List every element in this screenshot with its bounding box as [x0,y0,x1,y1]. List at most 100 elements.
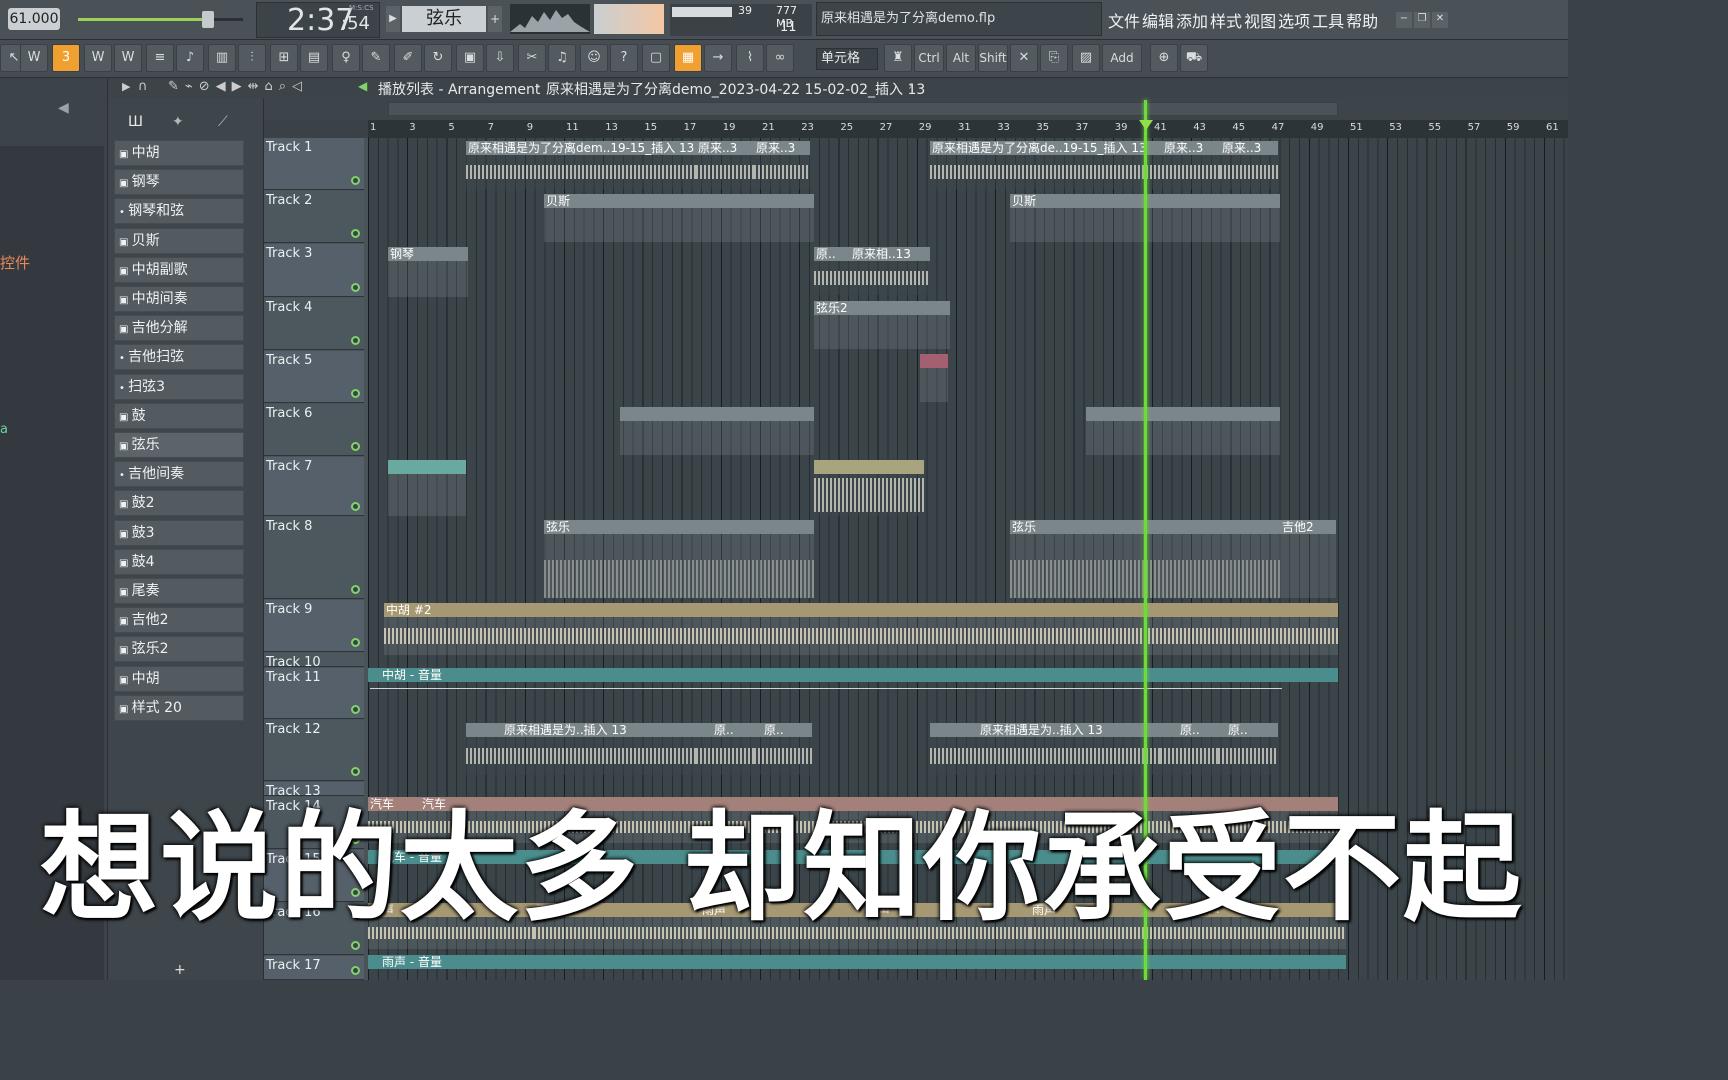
track-header[interactable]: Track 8 [264,517,364,599]
audio-clip-erhu[interactable]: 中胡 #2 [384,603,1338,655]
track-mute-led-icon[interactable] [351,442,360,451]
audio-clip[interactable]: 原来相遇是为了分离dem..19-15_插入 13 [466,141,696,189]
loop-icon[interactable]: W [20,44,48,72]
pattern-item[interactable]: ▣ 中胡副歌 [114,256,244,283]
pattern-item[interactable]: ▣ 弦乐2 [114,636,244,663]
track-header[interactable]: Track 11 [264,668,364,719]
pattern-item[interactable]: ▣ 钢琴 [114,169,244,196]
playhead-marker-icon[interactable] [1139,120,1153,130]
browser-icon[interactable]: ⊞ [270,44,298,72]
track-mute-led-icon[interactable] [351,585,360,594]
mic-stand-icon[interactable]: ✎ [362,44,390,72]
pattern-clip-drums[interactable] [620,407,814,455]
stamp-icon[interactable]: ♜ [884,44,912,72]
automation-clip-erhu-volume[interactable]: 中胡 - 音量 [368,668,1338,682]
track-mute-led-icon[interactable] [351,705,360,714]
pattern-item[interactable]: ▣ 鼓 [114,402,244,429]
audio-clip[interactable]: 原来..3 [1162,141,1220,189]
pattern-item[interactable]: • 吉他间奏 [114,461,244,488]
track-header[interactable]: Track 3 [264,244,364,297]
pattern-item[interactable]: ▣ 鼓2 [114,490,244,517]
menu-item[interactable]: 选项 [1278,12,1310,31]
track-mute-led-icon[interactable] [351,283,360,292]
scissors-icon[interactable]: ✂ [518,44,546,72]
track-mute-led-icon[interactable] [351,389,360,398]
pattern-item[interactable]: ▣ 中胡 [114,665,244,692]
automation-clip[interactable] [920,354,948,402]
pattern-item[interactable]: ▣ 吉他2 [114,607,244,634]
overview-scroll[interactable] [388,102,1338,116]
pattern-prev-button[interactable]: ▶ [386,6,400,32]
pattern-clip-bass[interactable]: 贝斯 [544,194,814,242]
tempo-display[interactable]: 61.000 [8,8,60,30]
pattern-item[interactable]: • 钢琴和弦 [114,198,244,225]
typing-keyboard-icon[interactable]: ▦ [674,44,702,72]
pattern-item[interactable]: ▣ 贝斯 [114,227,244,254]
close-button[interactable]: ✕ [1432,12,1448,28]
timeline-ruler[interactable]: 1 3 5 7 9 11 13 15 17 19 21 23 25 27 29 31 33 35 37 39 41 43 4… [368,120,1568,138]
pattern-item[interactable]: ▣ 样式 20 [114,694,244,721]
track-header[interactable]: Track 4 [264,298,364,350]
arrangement-name[interactable]: 原来相遇是为了分离demo_2023-04-22 15-02-02_插入 13 [546,79,925,99]
blend-notes-icon[interactable]: W [114,44,142,72]
pattern-item[interactable]: ▣ 吉他分解 [114,315,244,342]
tag-icon[interactable]: ✐ [394,44,422,72]
track-header[interactable]: Track 5 [264,351,364,403]
track-header[interactable]: Track 10 [264,653,364,670]
track-header[interactable]: Track 7 [264,457,364,516]
snap-selector[interactable]: 单元格 [816,48,878,70]
track-mute-led-icon[interactable] [351,502,360,511]
menu-item[interactable]: 视图 [1244,12,1276,31]
pattern-item[interactable]: ▣ 弦乐 [114,432,244,458]
pattern-clip-guitar2[interactable]: 吉他2 [1280,520,1336,598]
chat-icon[interactable]: ☺ [580,44,608,72]
speaker-icon[interactable]: ◀ [58,100,69,116]
plugin-icon[interactable]: ♀ [332,44,360,72]
magnet-icon[interactable]: ∩ [138,79,148,94]
mixer-icon[interactable]: ⫶ [238,44,266,72]
audio-clip[interactable]: 原.. [814,247,850,295]
pattern-clip-strings2[interactable]: 弦乐2 [814,301,950,349]
menu-item[interactable]: 帮助 [1346,12,1378,31]
pattern-item[interactable]: • 扫弦3 [114,373,244,400]
pattern-clip-piano[interactable]: 钢琴 [388,247,468,297]
pattern-tool3-icon[interactable]: ⟋ [218,114,228,130]
add-pattern-button[interactable]: + [174,962,186,978]
pattern-clip-strings[interactable]: 弦乐 [544,520,814,598]
track-header[interactable]: Track 6 [264,404,364,456]
audio-clip[interactable] [814,460,924,516]
shift-key-button[interactable]: Shift [978,44,1008,72]
audio-clip[interactable]: 原.. [1218,723,1278,775]
alt-key-button[interactable]: Alt [946,44,976,72]
track-header[interactable]: Track 1 [264,138,364,190]
track-mute-led-icon[interactable] [351,966,360,975]
track-mute-led-icon[interactable] [351,638,360,647]
time-display[interactable]: 2:37 :54 M:S:CS [256,2,380,38]
pattern-selector[interactable]: 弦乐 [402,6,486,32]
cut-icon[interactable]: ✕ [1010,44,1038,72]
audio-clip[interactable]: 原来..3 [696,141,754,189]
pattern-item[interactable]: ▣ 中胡间奏 [114,286,244,312]
brush-icon[interactable]: ⌇ [736,44,764,72]
pattern-clip-drums[interactable] [1086,407,1280,455]
metronome-icon[interactable]: 3 [52,44,80,72]
step-record-icon[interactable]: W [84,44,112,72]
audio-clip[interactable]: 原来相遇是为了分离de..19-15_插入 13 [930,141,1162,189]
copy-icon[interactable]: ⎘ [1040,44,1068,72]
add-button[interactable]: Add [1102,44,1142,72]
menu-item[interactable]: 编辑 [1142,12,1174,31]
channel-rack-icon[interactable]: ▥ [208,44,236,72]
cart-icon[interactable]: ⛟ [1180,44,1208,72]
menu-item[interactable]: 添加 [1176,12,1208,31]
playlist-icon[interactable]: ≡ [146,44,174,72]
tools-icons[interactable]: ✎⌁⊘◀▶⇹⌂⌕◁ [168,79,308,94]
audio-clip[interactable]: 原来..3 [1220,141,1278,189]
audio-clip[interactable]: 原.. [754,723,812,775]
pattern-item[interactable]: • 吉他扫弦 [114,344,244,371]
microphone-icon[interactable]: ♫ [548,44,576,72]
track-mute-led-icon[interactable] [351,229,360,238]
paste-icon[interactable]: ▨ [1072,44,1100,72]
audio-clip[interactable]: 原.. [1160,723,1218,775]
track-mute-led-icon[interactable] [351,336,360,345]
pattern-tool2-icon[interactable]: ✦ [172,114,184,130]
